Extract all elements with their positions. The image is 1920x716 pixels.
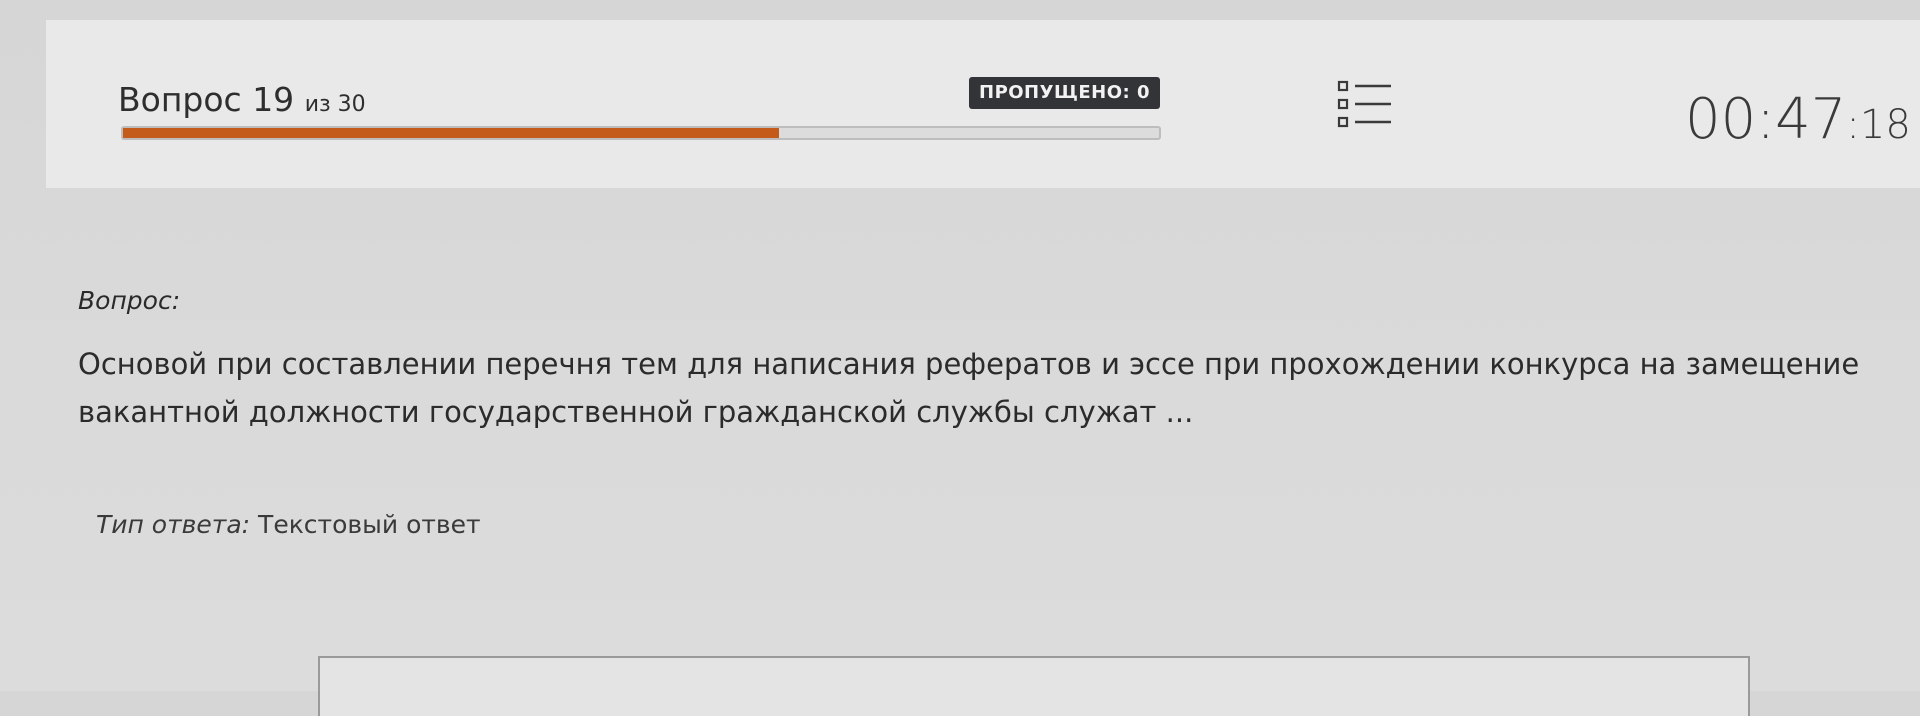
answer-type-key: Тип ответа:: [96, 510, 251, 539]
timer-minutes: 00:47: [1685, 87, 1847, 152]
progress-bar: [121, 126, 1161, 140]
skipped-badge[interactable]: ПРОПУЩЕНО: 0: [969, 77, 1161, 109]
question-current: 19: [252, 80, 295, 119]
progress-fill: [123, 128, 779, 138]
answer-input[interactable]: [318, 656, 1750, 716]
question-total: из 30: [304, 92, 366, 117]
question-word: Вопрос: [118, 80, 242, 119]
answer-type: Тип ответа: Текстовый ответ: [96, 510, 481, 539]
question-text: Основой при составлении перечня тем для …: [78, 347, 1860, 429]
countdown-timer: 00:47:18: [1685, 92, 1911, 148]
question-list-icon[interactable]: [1337, 80, 1393, 130]
timer-seconds: :18: [1846, 102, 1911, 148]
question-counter: Вопрос 19 из 30: [118, 80, 366, 119]
question-heading: Вопрос:: [78, 286, 181, 315]
answer-type-value: Текстовый ответ: [258, 510, 481, 539]
